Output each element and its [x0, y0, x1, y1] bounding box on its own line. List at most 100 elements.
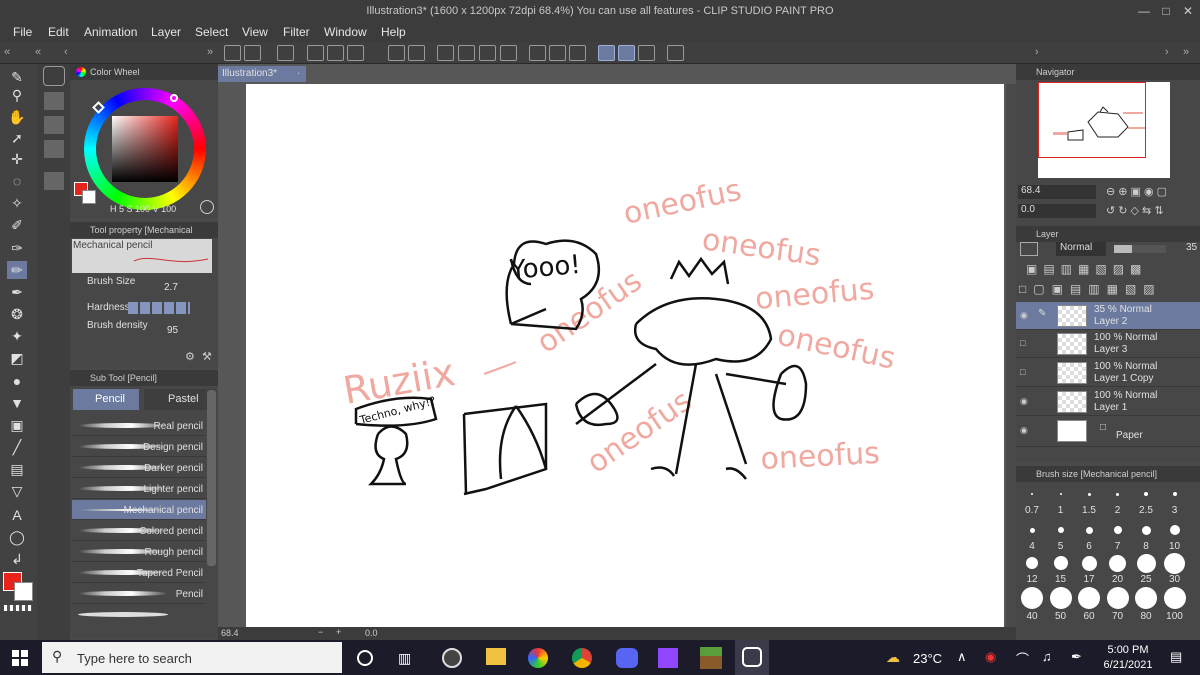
- minimize-button[interactable]: ―: [1133, 0, 1155, 22]
- layer-row-layer-2[interactable]: ◉ ✎ 35 % Normal Layer 2: [1016, 302, 1200, 330]
- navigator-view-rect[interactable]: [1038, 82, 1146, 158]
- layer-row-paper[interactable]: ◉ □ Paper: [1016, 417, 1200, 447]
- obs-icon[interactable]: [442, 648, 462, 668]
- pencil-tool-icon[interactable]: ✏: [7, 261, 27, 279]
- brush-size-preset[interactable]: [1135, 587, 1157, 609]
- blend-mode-select[interactable]: Normal: [1056, 242, 1106, 256]
- minecraft-icon[interactable]: [700, 647, 722, 669]
- eraser-icon[interactable]: ◩: [7, 349, 27, 367]
- collapse-icon[interactable]: «: [35, 46, 41, 58]
- new-file-icon[interactable]: [307, 45, 324, 61]
- opacity-slider[interactable]: [1114, 245, 1166, 253]
- tab-close-icon[interactable]: ∙: [297, 66, 300, 82]
- clear-icon[interactable]: [437, 45, 454, 61]
- menu-layer[interactable]: Layer: [151, 25, 181, 39]
- subtool-settings-icon[interactable]: [44, 172, 64, 190]
- brush-size-value[interactable]: 2.7: [164, 282, 178, 293]
- expand-right-icon[interactable]: »: [1183, 46, 1189, 58]
- invert-selection-icon[interactable]: [549, 45, 566, 61]
- tab-pencil[interactable]: Pencil: [73, 389, 139, 410]
- fill-bucket-icon[interactable]: ▼: [7, 394, 27, 412]
- subtool-rough-pencil[interactable]: Rough pencil: [72, 542, 206, 562]
- color-mode-icon[interactable]: [200, 200, 214, 214]
- tab-pastel[interactable]: Pastel: [144, 389, 216, 410]
- navigator-preview[interactable]: [1038, 82, 1170, 178]
- brush-size-preset[interactable]: [1029, 527, 1035, 533]
- subtool-real-pencil[interactable]: Real pencil: [72, 416, 206, 436]
- transparent-color-icon[interactable]: [4, 605, 32, 611]
- airbrush-icon[interactable]: ❂: [7, 305, 27, 323]
- twitch-icon[interactable]: [658, 648, 678, 668]
- menu-view[interactable]: View: [242, 25, 268, 39]
- transform-icon[interactable]: [500, 45, 517, 61]
- blend-icon[interactable]: ●: [7, 372, 27, 390]
- expand-icon[interactable]: »: [207, 46, 213, 58]
- eye-icon[interactable]: ◉: [1020, 310, 1032, 320]
- menu-icon[interactable]: [224, 45, 241, 61]
- close-button[interactable]: ✕: [1177, 0, 1199, 22]
- wifi-icon[interactable]: ⌒: [1016, 649, 1029, 668]
- brush-size-preset[interactable]: [1081, 555, 1097, 571]
- zoom-tool-icon[interactable]: ⚲: [7, 86, 27, 104]
- brush-size-preset[interactable]: [1057, 527, 1064, 533]
- brush-size-preset[interactable]: [1085, 526, 1093, 534]
- menu-file[interactable]: File: [13, 25, 32, 39]
- save-icon[interactable]: [347, 45, 364, 61]
- eye-icon[interactable]: ◉: [1020, 396, 1032, 406]
- eye-icon[interactable]: ◉: [1020, 425, 1032, 435]
- marker-group-icon[interactable]: [44, 116, 64, 134]
- brush-size-preset[interactable]: [1172, 492, 1177, 496]
- menu-window[interactable]: Window: [324, 25, 367, 39]
- hue-ring[interactable]: [84, 88, 206, 210]
- zoom-minus-icon[interactable]: −: [318, 627, 323, 637]
- lasso-icon[interactable]: ◌: [7, 172, 27, 190]
- paint-app-icon[interactable]: [528, 648, 548, 668]
- app-settings-icon[interactable]: [244, 45, 261, 61]
- discord-icon[interactable]: [616, 648, 638, 668]
- pen-workspace-icon[interactable]: ✒: [1071, 649, 1082, 665]
- settings-icon[interactable]: ⚙: [185, 350, 195, 363]
- collapse-left-icon[interactable]: «: [4, 46, 10, 58]
- subtool-pencil[interactable]: Pencil: [72, 584, 206, 604]
- sv-cursor[interactable]: [92, 101, 105, 114]
- brush-size-preset[interactable]: [1113, 526, 1122, 534]
- menu-edit[interactable]: Edit: [48, 25, 69, 39]
- layer-color-icon[interactable]: [1020, 242, 1038, 256]
- operation-tool-icon[interactable]: ➚: [7, 129, 27, 147]
- subtool-tapered-pencil[interactable]: Tapered Pencil: [72, 563, 206, 583]
- menu-select[interactable]: Select: [195, 25, 228, 39]
- layer-actions-icons[interactable]: □▢▣▤▥▦▧▨: [1019, 282, 1162, 296]
- cortana-icon[interactable]: [357, 650, 373, 666]
- weather-temp[interactable]: 23°C: [913, 651, 942, 666]
- maximize-button[interactable]: □: [1155, 0, 1177, 22]
- collapse-right-icon[interactable]: ›: [1035, 46, 1039, 58]
- rotate-buttons-icon[interactable]: ↺ ↻ ◇ ⇆ ⇅: [1106, 204, 1164, 217]
- subtool-partial-row[interactable]: [72, 606, 206, 622]
- drawing-canvas[interactable]: oneofus oneofus oneofus oneofus oneofus …: [246, 84, 1004, 627]
- layer-row-layer-1[interactable]: ◉ 100 % Normal Layer 1: [1016, 388, 1200, 416]
- file-explorer-icon[interactable]: [486, 648, 506, 665]
- brush-size-preset[interactable]: [1026, 557, 1038, 569]
- eyedropper-icon[interactable]: ✐: [7, 216, 27, 234]
- ruler-icon[interactable]: ▽: [7, 482, 27, 500]
- collapse-icon[interactable]: ‹: [64, 46, 68, 58]
- sub-color-swatch[interactable]: [14, 582, 33, 601]
- pen-tool-icon[interactable]: ✑: [7, 239, 27, 257]
- subtool-scrollbar[interactable]: [207, 390, 216, 566]
- brush-size-preset[interactable]: [1059, 493, 1062, 495]
- opacity-value[interactable]: 35: [1186, 242, 1197, 253]
- eye-icon[interactable]: □: [1020, 367, 1032, 377]
- subtool-design-pencil[interactable]: Design pencil: [72, 437, 206, 457]
- brush-size-preset[interactable]: [1109, 554, 1126, 572]
- snap-grid-icon[interactable]: [638, 45, 655, 61]
- task-view-icon[interactable]: ▥: [398, 650, 411, 667]
- open-file-icon[interactable]: [327, 45, 344, 61]
- help-icon[interactable]: [667, 45, 684, 61]
- subtool-colored-pencil[interactable]: Colored pencil: [72, 521, 206, 541]
- snap-special-ruler-icon[interactable]: [618, 45, 635, 61]
- clear-outside-icon[interactable]: [458, 45, 475, 61]
- clock[interactable]: 5:00 PM 6/21/2021: [1100, 644, 1156, 671]
- brush-size-preset[interactable]: [1163, 587, 1186, 609]
- subtool-mechanical-pencil[interactable]: Mechanical pencil: [72, 500, 206, 520]
- pen-group-icon[interactable]: [44, 92, 64, 110]
